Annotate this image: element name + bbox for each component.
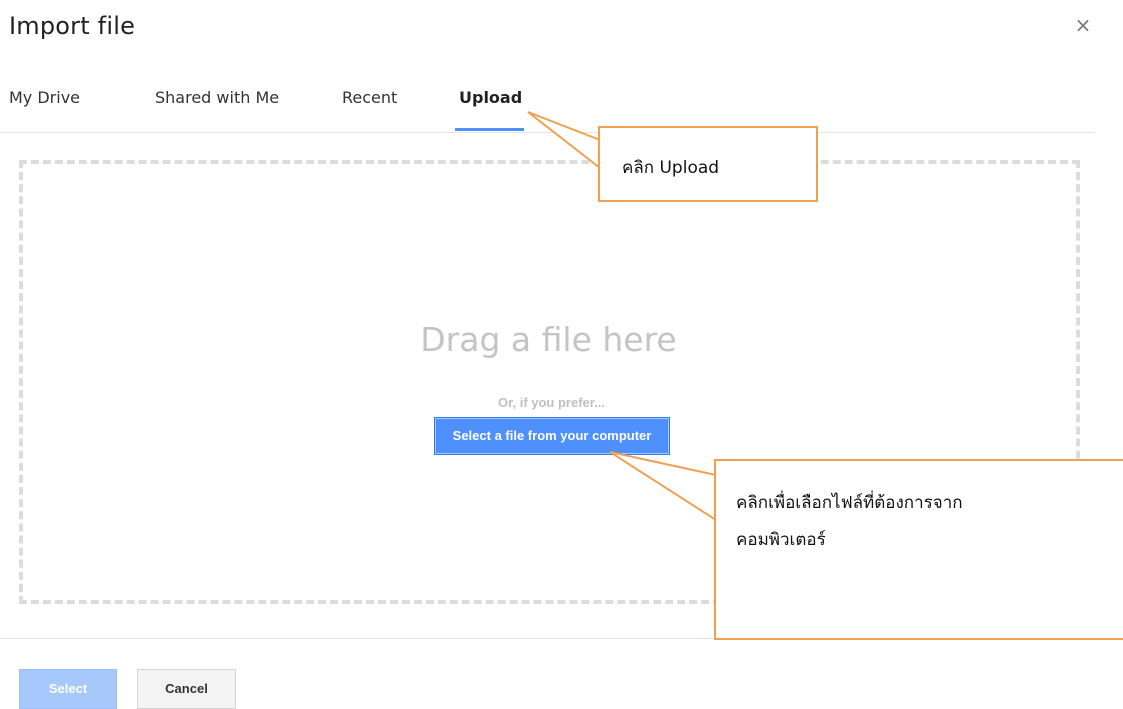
tab-shared-with-me[interactable]: Shared with Me (155, 88, 279, 107)
select-callout-line-2: คอมพิวเตอร์ (736, 530, 826, 550)
dialog-title: Import file (9, 12, 136, 40)
active-tab-indicator (455, 128, 524, 131)
or-prompt: Or, if you prefer... (498, 395, 605, 410)
cancel-button[interactable]: Cancel (137, 669, 236, 709)
select-file-from-computer-button[interactable]: Select a file from your computer (434, 417, 670, 455)
select-callout-line-1: คลิกเพื่อเลือกไฟล์ที่ต้องการจาก (736, 493, 963, 513)
drag-file-prompt: Drag a file here (420, 320, 677, 359)
upload-callout-text: คลิก Upload (622, 158, 720, 178)
import-file-dialog: Import file × My Drive Shared with Me Re… (0, 0, 1123, 709)
tab-my-drive[interactable]: My Drive (9, 88, 80, 107)
select-file-callout: คลิกเพื่อเลือกไฟล์ที่ต้องการจาก คอมพิวเต… (714, 459, 1123, 640)
tab-recent[interactable]: Recent (342, 88, 397, 107)
tab-upload[interactable]: Upload (459, 88, 522, 107)
upload-callout: คลิก Upload (598, 126, 818, 202)
select-button[interactable]: Select (19, 669, 117, 709)
close-icon[interactable]: × (1072, 14, 1094, 36)
tab-bar: My Drive Shared with Me Recent Upload (0, 80, 1095, 133)
